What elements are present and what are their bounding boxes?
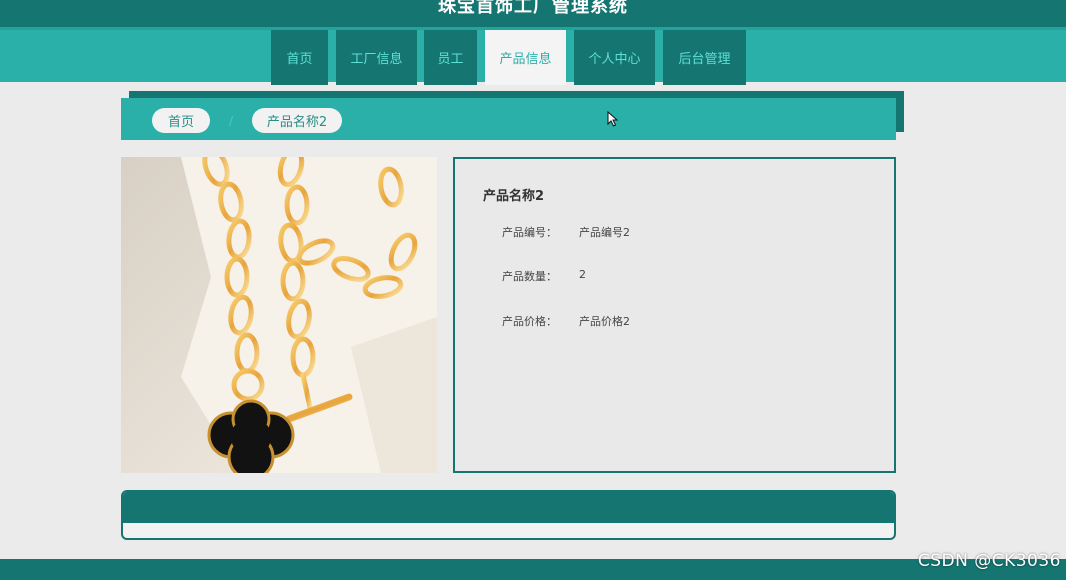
- nav-item-admin[interactable]: 后台管理: [663, 30, 746, 85]
- main-nav: 首页 工厂信息 员工 产品信息 个人中心 后台管理: [0, 27, 1066, 85]
- breadcrumb: 首页 / 产品名称2: [121, 98, 896, 140]
- product-detail-panel: 产品名称2 产品编号： 产品编号2 产品数量： 2 产品价格： 产品价格2: [453, 157, 896, 473]
- detail-row-price: 产品价格： 产品价格2: [455, 313, 894, 331]
- nav-item-home[interactable]: 首页: [271, 30, 328, 85]
- field-label: 产品编号：: [502, 226, 557, 239]
- detail-row-code: 产品编号： 产品编号2: [455, 224, 894, 242]
- field-value: 2: [579, 268, 586, 281]
- nav-item-employees[interactable]: 员工: [424, 30, 477, 85]
- mouse-cursor-icon: [607, 111, 619, 127]
- nav-item-product-info[interactable]: 产品信息: [485, 30, 566, 85]
- detail-row-quantity: 产品数量： 2: [455, 268, 894, 286]
- nav-item-personal-center[interactable]: 个人中心: [574, 30, 655, 85]
- title-bar: 珠宝首饰工厂管理系统: [0, 0, 1066, 27]
- product-image[interactable]: [121, 157, 437, 473]
- breadcrumb-current[interactable]: 产品名称2: [252, 108, 342, 133]
- breadcrumb-separator: /: [228, 113, 234, 128]
- field-value: 产品编号2: [579, 226, 630, 239]
- field-value: 产品价格2: [579, 315, 630, 328]
- footer: [0, 559, 1066, 580]
- nav-item-factory-info[interactable]: 工厂信息: [336, 30, 417, 85]
- breadcrumb-home[interactable]: 首页: [152, 108, 210, 133]
- product-name: 产品名称2: [483, 189, 545, 204]
- page-title: 珠宝首饰工厂管理系统: [438, 0, 628, 17]
- panel-header: [123, 492, 894, 523]
- product-description-panel: [121, 490, 896, 540]
- jewelry-necklace-photo-icon: [121, 157, 437, 473]
- field-label: 产品数量：: [502, 270, 557, 283]
- field-label: 产品价格：: [502, 315, 557, 328]
- watermark: CSDN @CK3036: [917, 551, 1061, 571]
